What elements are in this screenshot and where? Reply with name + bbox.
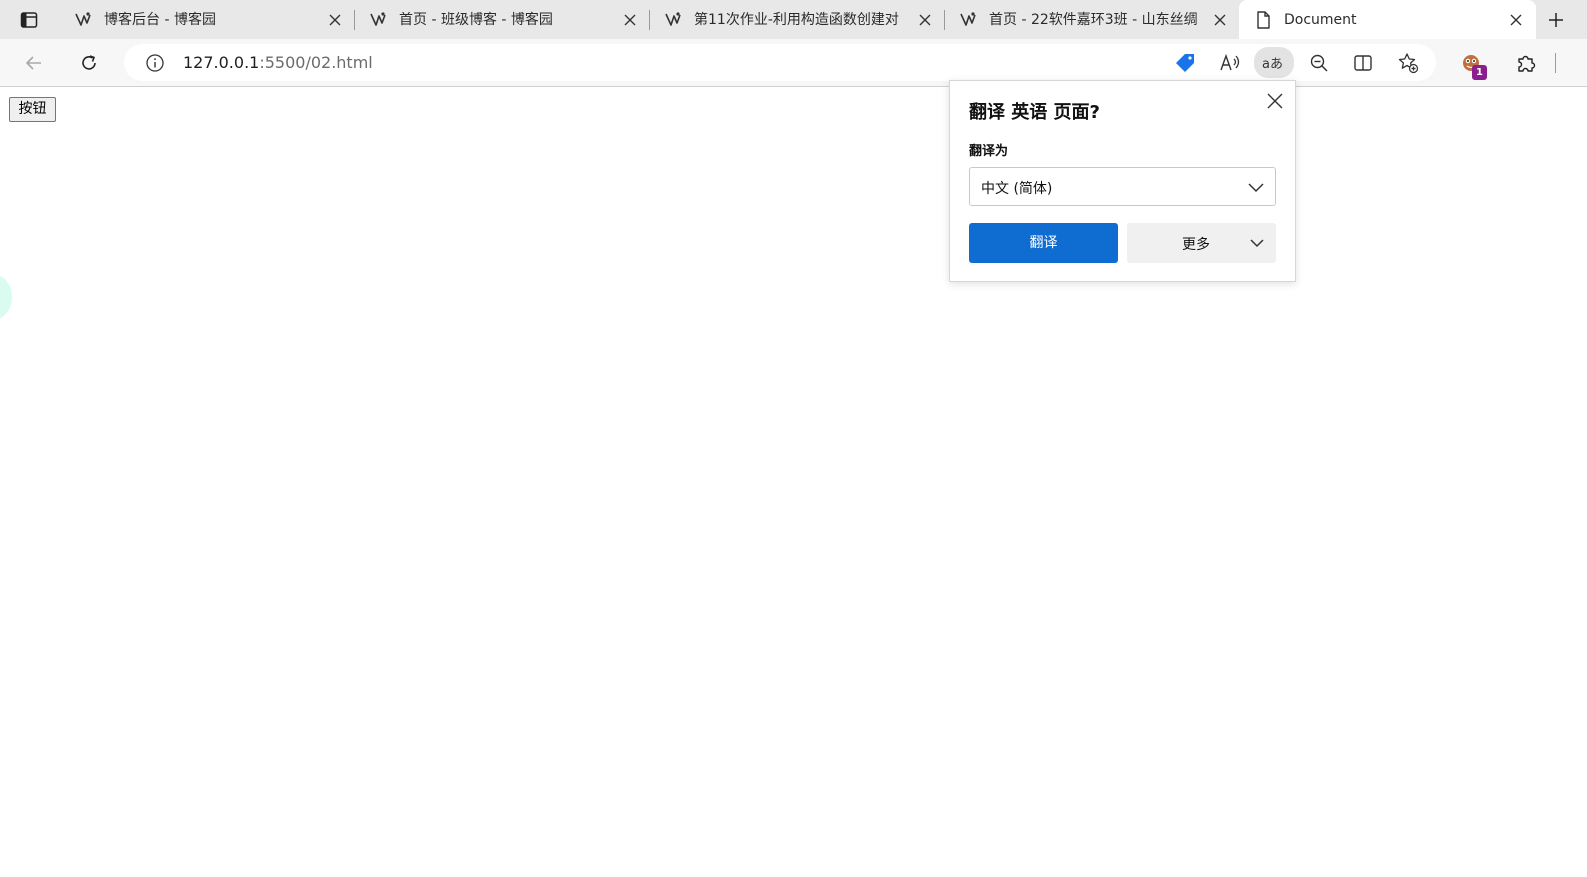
chevron-down-icon bbox=[1250, 239, 1264, 248]
tab-strip: 博客后台 - 博客园 首页 - 班级博客 - 博客园 第11次作业-利用构造函数… bbox=[0, 0, 1587, 39]
cnblogs-icon bbox=[665, 12, 681, 26]
cnblogs-icon bbox=[960, 12, 976, 26]
tab-actions-icon bbox=[20, 12, 38, 28]
tab-title: 博客后台 - 博客园 bbox=[104, 12, 216, 28]
chevron-down-icon bbox=[1248, 183, 1264, 193]
coupon-button[interactable] bbox=[1171, 50, 1199, 76]
zoom-out-icon bbox=[1310, 54, 1328, 72]
cnblogs-icon bbox=[370, 12, 386, 26]
page-button[interactable]: 按钮 bbox=[9, 97, 56, 122]
tab-blog-admin[interactable]: 博客后台 - 博客园 bbox=[59, 0, 354, 39]
star-add-icon bbox=[1398, 53, 1419, 74]
url-text[interactable]: 127.0.0.1:5500/02.html bbox=[183, 53, 373, 73]
address-bar[interactable]: 127.0.0.1:5500/02.html aあ bbox=[124, 44, 1436, 81]
add-favorite-button[interactable] bbox=[1394, 50, 1422, 76]
tab-homework-11[interactable]: 第11次作业-利用构造函数创建对 bbox=[649, 0, 944, 39]
tab-class-blog[interactable]: 首页 - 班级博客 - 博客园 bbox=[354, 0, 649, 39]
read-aloud-button[interactable] bbox=[1216, 50, 1244, 76]
svg-text:aあ: aあ bbox=[1262, 57, 1283, 72]
tab-class-22[interactable]: 首页 - 22软件嘉环3班 - 山东丝绸 bbox=[944, 0, 1238, 39]
translate-button[interactable]: 翻译 bbox=[969, 223, 1118, 263]
more-options-button[interactable]: 更多 bbox=[1127, 223, 1276, 263]
tab-title: 首页 - 22软件嘉环3班 - 山东丝绸 bbox=[989, 12, 1198, 28]
translate-to-label: 翻译为 bbox=[969, 144, 1009, 159]
tab-close-icon[interactable] bbox=[1508, 12, 1524, 28]
cnblogs-icon bbox=[75, 12, 91, 26]
tab-title: 第11次作业-利用构造函数创建对 bbox=[694, 12, 899, 28]
tab-document[interactable]: Document bbox=[1239, 0, 1536, 39]
read-aloud-icon bbox=[1220, 53, 1240, 71]
tab-title: Document bbox=[1284, 12, 1357, 28]
translate-page-button[interactable]: aあ bbox=[1254, 47, 1294, 78]
site-info-button[interactable] bbox=[141, 50, 169, 76]
close-icon bbox=[1267, 93, 1283, 109]
translate-icon: aあ bbox=[1262, 57, 1283, 72]
more-label: 更多 bbox=[1182, 237, 1210, 253]
tab-actions-button[interactable] bbox=[12, 6, 46, 34]
tab-close-icon[interactable] bbox=[917, 12, 933, 28]
refresh-button[interactable] bbox=[74, 49, 104, 77]
tag-icon bbox=[1176, 54, 1194, 72]
split-screen-icon bbox=[1354, 55, 1372, 71]
url-path: :5500/02.html bbox=[259, 53, 373, 72]
tab-title: 首页 - 班级博客 - 博客园 bbox=[399, 12, 553, 28]
plus-icon bbox=[1549, 13, 1563, 27]
translate-popup: 翻译 英语 页面? 翻译为 中文 (简体) 翻译 更多 bbox=[949, 80, 1296, 282]
puzzle-icon bbox=[1518, 55, 1536, 72]
new-tab-button[interactable] bbox=[1544, 8, 1568, 32]
document-icon bbox=[1257, 11, 1270, 29]
toolbar: 127.0.0.1:5500/02.html aあ bbox=[0, 39, 1587, 87]
edge-side-widget[interactable] bbox=[0, 275, 12, 319]
toolbar-separator bbox=[1555, 53, 1556, 73]
back-button[interactable] bbox=[19, 49, 49, 77]
url-host: 127.0.0.1 bbox=[183, 53, 260, 72]
info-icon bbox=[146, 54, 164, 72]
popup-title: 翻译 英语 页面? bbox=[969, 102, 1100, 123]
extension-count-badge: 1 bbox=[1472, 65, 1487, 80]
extensions-button[interactable] bbox=[1511, 49, 1541, 77]
tab-close-icon[interactable] bbox=[1212, 12, 1228, 28]
popup-close-button[interactable] bbox=[1264, 90, 1286, 112]
refresh-icon bbox=[82, 55, 96, 70]
target-language-select[interactable]: 中文 (简体) bbox=[969, 167, 1276, 206]
selected-language: 中文 (简体) bbox=[981, 181, 1053, 197]
arrow-left-icon bbox=[26, 56, 41, 70]
tab-close-icon[interactable] bbox=[327, 12, 343, 28]
zoom-out-button[interactable] bbox=[1305, 50, 1333, 76]
tab-close-icon[interactable] bbox=[622, 12, 638, 28]
split-screen-button[interactable] bbox=[1349, 50, 1377, 76]
